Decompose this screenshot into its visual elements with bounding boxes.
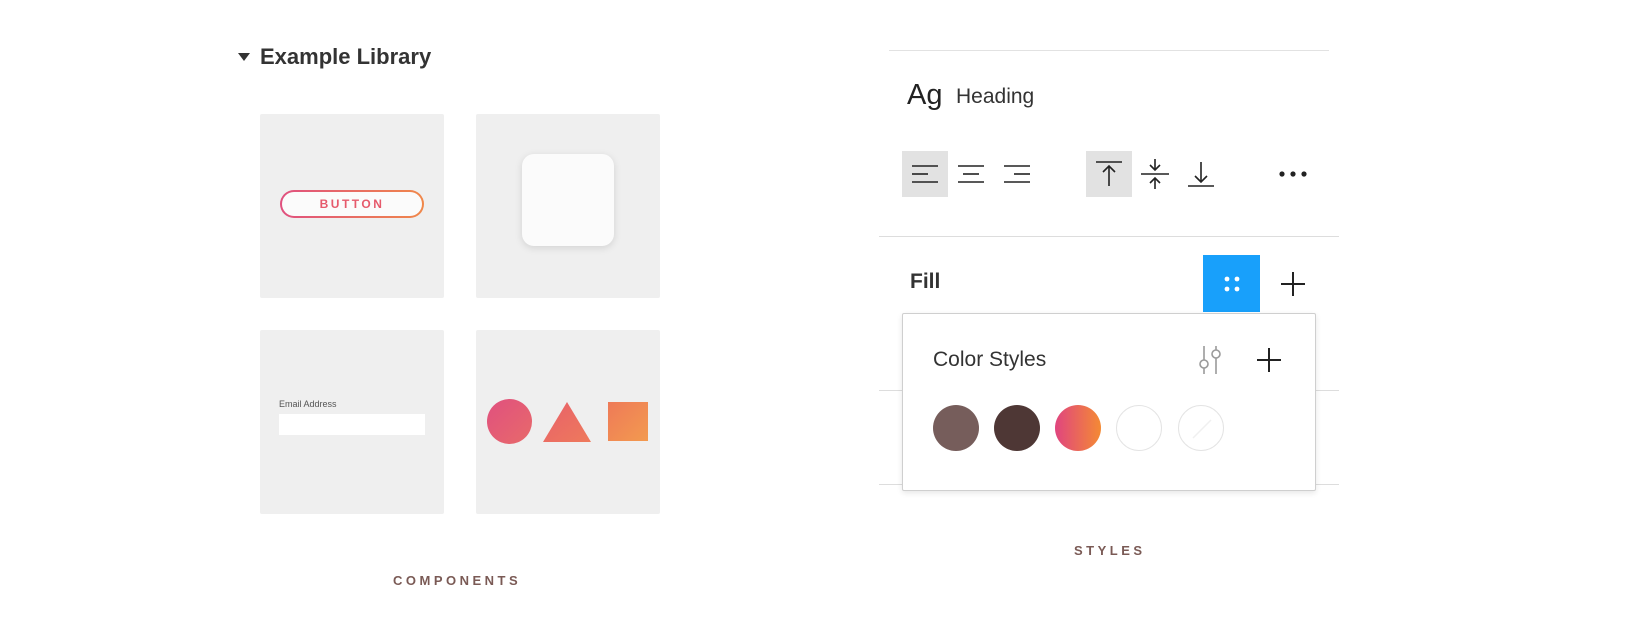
fill-label: Fill — [910, 270, 941, 293]
library-title: Example Library — [260, 44, 432, 69]
color-swatch-gradient[interactable] — [1055, 405, 1101, 451]
component-tile-shapes[interactable] — [476, 330, 660, 514]
divider — [879, 236, 1339, 237]
divider — [889, 50, 1329, 51]
align-bottom-icon — [1188, 162, 1214, 187]
color-swatch-transparent[interactable] — [1178, 405, 1224, 451]
styles-grid-icon — [1224, 276, 1239, 291]
adjust-sliders-icon[interactable] — [1195, 344, 1225, 376]
color-styles-popover: Color Styles — [902, 313, 1316, 491]
more-dots-icon — [1279, 171, 1307, 177]
email-label: Email Address — [279, 399, 337, 409]
color-swatch[interactable] — [994, 405, 1040, 451]
add-fill-icon[interactable] — [1278, 269, 1308, 299]
align-right-icon — [1004, 165, 1030, 183]
caret-down-icon[interactable] — [238, 53, 250, 61]
align-bottom-button[interactable] — [1178, 151, 1224, 197]
align-center-button[interactable] — [948, 151, 994, 197]
align-middle-button[interactable] — [1132, 151, 1178, 197]
button-sample-label: BUTTON — [319, 197, 385, 211]
button-sample: BUTTON — [280, 190, 424, 218]
align-left-icon — [912, 165, 938, 183]
styles-caption: STYLES — [1074, 543, 1146, 558]
color-swatch[interactable] — [933, 405, 979, 451]
library-header[interactable]: Example Library — [238, 44, 431, 70]
color-styles-title: Color Styles — [933, 348, 1047, 371]
text-style-name[interactable]: Heading — [956, 85, 1034, 109]
align-left-button[interactable] — [902, 151, 948, 197]
color-swatch-white[interactable] — [1116, 405, 1162, 451]
component-tile-button[interactable]: BUTTON — [260, 114, 444, 298]
more-options-button[interactable] — [1270, 151, 1316, 197]
add-color-style-icon[interactable] — [1255, 346, 1283, 374]
align-right-button[interactable] — [994, 151, 1040, 197]
transparent-pattern-icon — [1192, 419, 1212, 439]
components-caption: COMPONENTS — [393, 573, 522, 588]
component-tile-input[interactable]: Email Address — [260, 330, 444, 514]
align-top-button[interactable] — [1086, 151, 1132, 197]
align-center-icon — [958, 165, 984, 183]
align-top-icon — [1096, 161, 1122, 186]
circle-shape — [487, 399, 532, 444]
style-picker-button[interactable] — [1203, 255, 1260, 312]
text-style-preview: Ag — [907, 79, 943, 111]
email-field-sample — [279, 414, 425, 435]
square-shape — [608, 402, 648, 441]
component-tile-card[interactable] — [476, 114, 660, 298]
align-middle-icon — [1141, 159, 1169, 189]
page: Example Library BUTTON Email Address COM… — [0, 0, 1640, 617]
triangle-shape — [543, 402, 591, 442]
card-sample — [522, 154, 614, 246]
